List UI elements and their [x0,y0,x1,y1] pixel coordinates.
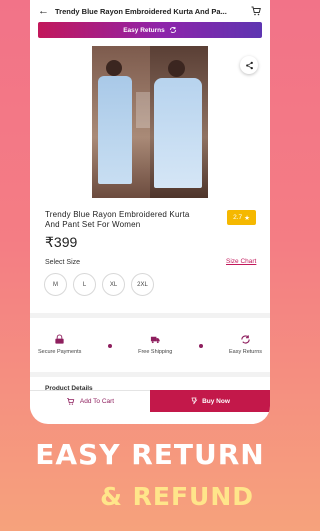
add-to-cart-button[interactable]: Add To Cart [30,390,150,412]
page-title: Trendy Blue Rayon Embroidered Kurta And … [55,6,227,16]
back-arrow-icon[interactable]: ← [38,5,49,17]
bottom-action-bar: Add To Cart Buy Now [30,390,270,412]
size-option-l[interactable]: L [73,273,96,296]
feature-label: Easy Returns [228,349,262,355]
return-cycle-icon [241,335,250,344]
size-option-m[interactable]: M [44,273,67,296]
cart-icon[interactable] [250,5,262,17]
feature-secure-payments: Secure Payments [38,334,81,355]
feature-label: Free Shipping [138,349,173,355]
feature-easy-returns: Easy Returns [229,334,262,355]
feature-label: Secure Payments [38,349,82,355]
return-cycle-icon [169,27,176,33]
top-app-bar: ← Trendy Blue Rayon Embroidered Kurta An… [30,0,270,22]
rating-value: 2.7 [233,214,243,221]
buy-now-label: Buy Now [202,397,230,405]
phone-screen: ← Trendy Blue Rayon Embroidered Kurta An… [30,0,270,424]
truck-icon [150,336,160,344]
section-divider [30,372,270,377]
easy-returns-label: Easy Returns [123,26,165,34]
size-option-xl[interactable]: XL [102,273,125,296]
size-options: M L XL 2XL [44,273,154,296]
buy-icon [191,397,198,405]
easy-returns-banner: Easy Returns [38,22,262,38]
promo-subheadline: & REFUND [100,482,254,511]
rating-badge: 2.7 ★ [227,210,256,225]
size-option-2xl[interactable]: 2XL [131,273,154,296]
service-features: Secure Payments Free Shipping Easy Retur… [30,334,270,364]
select-size-label: Select Size [45,259,81,266]
product-image[interactable] [92,46,208,198]
secure-payment-icon [55,334,64,344]
buy-now-button[interactable]: Buy Now [150,390,270,412]
feature-separator [107,344,112,348]
add-to-cart-label: Add To Cart [79,398,115,405]
star-icon: ★ [244,214,250,222]
feature-free-shipping: Free Shipping [138,334,172,355]
promo-headline: EASY RETURN [35,438,265,471]
product-title: Trendy Blue Rayon Embroidered Kurta And … [45,210,190,229]
share-button[interactable] [240,56,258,74]
size-chart-link[interactable]: Size Chart [226,258,256,265]
product-price: ₹399 [45,234,78,250]
feature-separator [198,344,203,348]
cart-icon [67,398,75,405]
section-divider [30,313,270,318]
share-icon [245,61,253,69]
